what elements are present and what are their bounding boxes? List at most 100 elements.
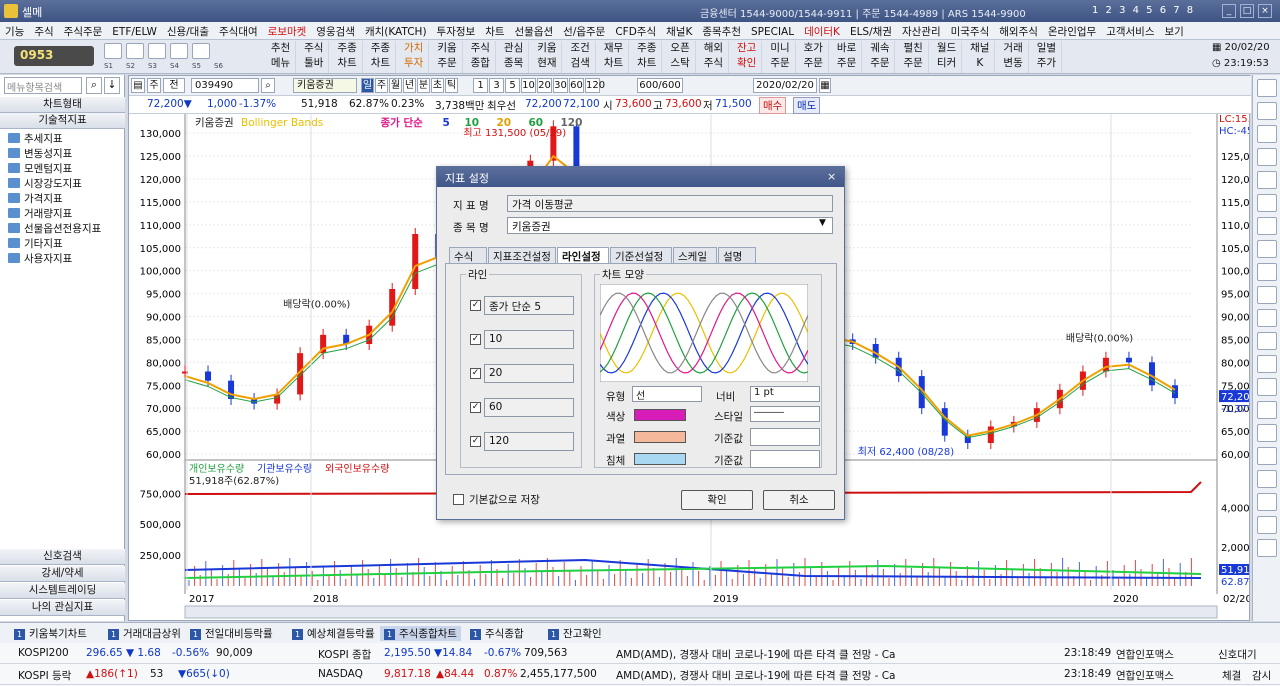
menu-item-7[interactable]: 영웅검색 [311,22,360,41]
menu-item-17[interactable]: 데이터K [799,22,845,41]
grid-icon[interactable] [1257,102,1277,120]
calendar-button-icon[interactable]: ▦ [819,78,831,93]
text-icon[interactable] [1257,424,1277,442]
cursor-icon[interactable] [1257,125,1277,143]
indicator-folder-5[interactable]: 거래량지표 [8,207,72,222]
toolbar-button-0[interactable]: 추천 메뉴 [266,41,296,73]
minimize-button[interactable]: _ [1222,4,1236,18]
menu-item-20[interactable]: 미국주식 [946,22,995,41]
auto-icon[interactable] [1257,332,1277,350]
indicator-folder-8[interactable]: 사용자지표 [8,252,72,267]
screen-code-input[interactable]: 0953 [14,46,94,66]
line-name-4[interactable]: 120 [484,432,574,451]
toolbar-button-14[interactable]: 잔고 확인 [732,41,763,73]
dialog-tab-1[interactable]: 지표조건설정 [488,247,556,263]
buy-button[interactable]: 매수 [759,97,787,114]
line-icon[interactable] [1257,286,1277,304]
period-6[interactable]: 틱 [445,78,458,93]
week-toggle[interactable]: 주 [147,78,161,93]
width-select[interactable]: 1 pt [750,386,820,402]
news-headline[interactable]: AMD(AMD), 경쟁사 대비 코로나-19에 따른 타격 클 전망 - Ca [616,647,896,662]
interval-120[interactable]: 120 [585,78,605,93]
line-color-swatch[interactable] [634,409,686,421]
period-3[interactable]: 년 [403,78,416,93]
menu-item-24[interactable]: 보기 [1160,22,1189,41]
arrow-down-icon[interactable] [1257,401,1277,419]
toolbar-button-16[interactable]: 호가 주문 [799,41,829,73]
dialog-tab-3[interactable]: 기준선설정 [610,247,672,263]
screen-numbers[interactable]: 1 2 3 4 5 6 7 8 [1092,5,1195,16]
chart-date-input[interactable]: 2020/02/20 [753,78,817,93]
dialog-tab-4[interactable]: 스케일 [673,247,717,263]
interval-20[interactable]: 20 [537,78,552,93]
count-field[interactable]: 600/600 [637,78,683,93]
menu-item-4[interactable]: 신용/대출 [162,22,214,41]
screen-tab-s1[interactable]: S1 [104,62,113,70]
period-0[interactable]: 일 [361,78,374,93]
eraser-icon[interactable] [1257,470,1277,488]
toolbar-button-2[interactable]: 주종 차트 [333,41,363,73]
chart-icon[interactable] [1257,516,1277,534]
interval-30[interactable]: 30 [553,78,568,93]
toolbar-button-3[interactable]: 주종 차트 [366,41,396,73]
toolbar-button-18[interactable]: 궤속 주문 [865,41,896,73]
menu-item-6[interactable]: 로보마켓 [263,22,312,41]
menu-item-10[interactable]: 차트 [480,22,509,41]
interval-60[interactable]: 60 [569,78,584,93]
indicator-folder-0[interactable]: 추세지표 [8,132,63,147]
code-search-icon[interactable]: ⌕ [261,78,275,93]
gear-icon[interactable] [1257,171,1277,189]
line-name-0[interactable]: 종가 단순 5 [484,296,574,315]
type-select[interactable]: 선 [632,386,702,402]
item-name-select[interactable]: 키움증권 [507,217,833,234]
indicator-folder-3[interactable]: 시장강도지표 [8,177,82,192]
dialog-tab-0[interactable]: 수식 [449,247,487,263]
toolbar-button-15[interactable]: 미니 주문 [766,41,796,73]
period-4[interactable]: 분 [417,78,430,93]
line-name-1[interactable]: 10 [484,330,574,349]
menu-item-19[interactable]: 자산관리 [897,22,946,41]
signal-search-tab[interactable]: 신호검색 [0,549,125,565]
base-value-input-2[interactable] [750,450,820,468]
menu-item-22[interactable]: 온라인업무 [1043,22,1101,41]
toolbar-button-22[interactable]: 거래 변동 [999,41,1029,73]
base-value-input-1[interactable] [750,428,820,446]
interval-1[interactable]: 1 [473,78,488,93]
stock-code-input[interactable]: 039490 [191,78,259,93]
menu-item-9[interactable]: 투자정보 [432,22,481,41]
line-checkbox-0[interactable]: ✓ [470,300,481,311]
toolbar-button-7[interactable]: 관심 종목 [499,41,530,73]
signal-wait-button[interactable]: 신호대기 [1218,647,1257,662]
font-icon[interactable] [1257,240,1277,258]
flag-icon[interactable] [1257,539,1277,557]
menu-item-11[interactable]: 선물옵션 [510,22,559,41]
period-5[interactable]: 초 [431,78,444,93]
toolbar-button-19[interactable]: 펼친 주문 [899,41,929,73]
screen-tab-s4[interactable]: S4 [170,62,179,70]
cancel-button[interactable]: 취소 [763,490,835,510]
line-checkbox-4[interactable]: ✓ [470,436,481,447]
indicator-folder-7[interactable]: 기타지표 [8,237,63,252]
toolbar-button-8[interactable]: 키움 현재 [532,41,563,73]
menu-item-1[interactable]: 주식 [29,22,58,41]
tech-indicator-header[interactable]: 기술적지표 [0,113,125,129]
task-window-1[interactable]: 1 거래대금상위 [108,626,181,641]
task-window-3[interactable]: 1 예상체결등락률 [292,626,375,641]
line-checkbox-3[interactable]: ✓ [470,402,481,413]
all-toggle[interactable]: 전 [163,78,185,93]
menu-item-13[interactable]: CFD주식 [610,22,661,41]
indicator-folder-4[interactable]: 가격지표 [8,192,63,207]
sell-button[interactable]: 매도 [793,97,821,114]
menu-item-23[interactable]: 고객서비스 [1101,22,1159,41]
toolbar-button-13[interactable]: 해외 주식 [699,41,729,73]
ok-button[interactable]: 확인 [681,490,753,510]
task-window-2[interactable]: 1 전일대비등락률 [190,626,273,641]
task-window-6[interactable]: 1 잔고확인 [548,626,602,641]
task-window-4[interactable]: 1 주식종합차트 [380,626,461,641]
candle-icon[interactable] [1257,355,1277,373]
toolbar-button-9[interactable]: 조건 검색 [566,41,596,73]
toolbar-button-4[interactable]: 가치 투자 [399,41,430,73]
strength-tab[interactable]: 강세/약세 [0,566,125,582]
menu-item-14[interactable]: 채널K [661,22,697,41]
interval-5[interactable]: 5 [505,78,520,93]
